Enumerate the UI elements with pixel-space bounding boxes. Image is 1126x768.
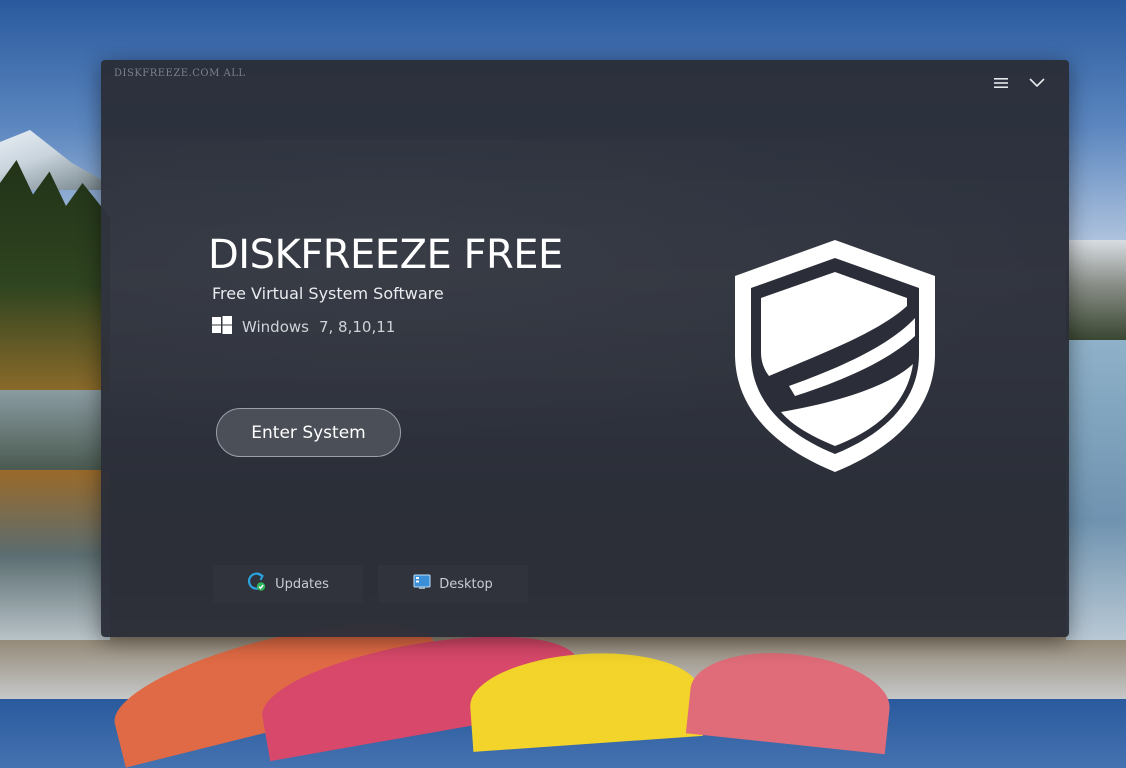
background-shore: [1066, 240, 1126, 350]
app-window: DISKFREEZE.COM ALL DISKFREEZE FREE Free …: [101, 60, 1069, 637]
shield-icon: [729, 236, 941, 480]
windows-logo-icon: [212, 316, 232, 338]
updates-button[interactable]: Updates: [213, 565, 363, 603]
app-subtitle: Free Virtual System Software: [212, 284, 444, 303]
desktop-button[interactable]: Desktop: [378, 565, 528, 603]
background-lake-right: [1066, 340, 1126, 640]
hamburger-menu-icon[interactable]: [989, 72, 1013, 94]
watermark-text: DISKFREEZE.COM ALL: [114, 68, 246, 79]
background-lake: [0, 470, 110, 640]
chevron-down-icon[interactable]: [1025, 72, 1049, 94]
background-forest: [0, 160, 110, 390]
desktop-label: Desktop: [439, 576, 493, 592]
refresh-check-icon: [247, 572, 267, 596]
app-title: DISKFREEZE FREE: [208, 232, 563, 278]
enter-system-button[interactable]: Enter System: [216, 408, 401, 457]
window-controls: [989, 72, 1049, 94]
supported-os: Windows 7, 8,10,11: [212, 316, 395, 338]
os-versions: 7, 8,10,11: [318, 318, 396, 336]
os-label: Windows: [242, 318, 309, 336]
updates-label: Updates: [275, 576, 329, 592]
background-kayak: [685, 643, 895, 755]
desktop-icon: [413, 574, 431, 594]
